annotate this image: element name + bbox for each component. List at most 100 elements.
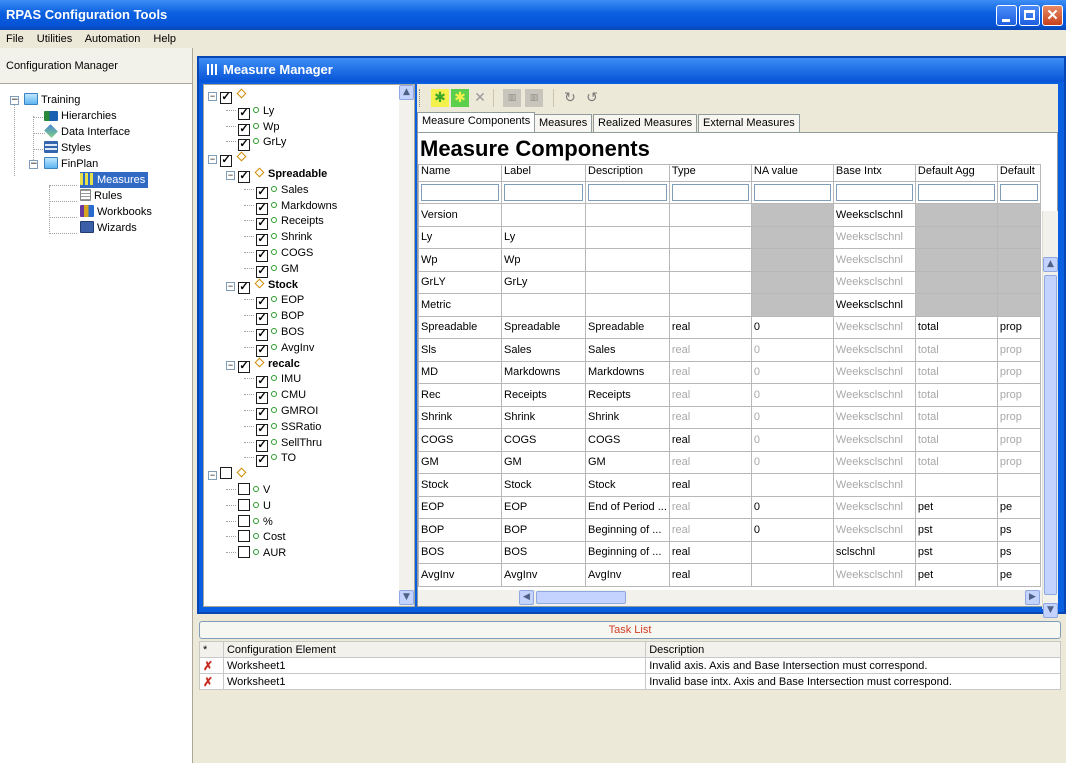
table-cell[interactable]	[750, 540, 834, 564]
grid-scroll-thumb[interactable]	[1044, 275, 1057, 595]
tree-scrollbar[interactable]: ▲ ▼	[399, 85, 414, 606]
table-cell[interactable]: 0	[750, 315, 834, 339]
sidebar-item-finplan[interactable]: FinPlan	[44, 156, 98, 172]
table-cell[interactable]: prop	[996, 450, 1041, 474]
table-cell[interactable]: Spreadable	[585, 315, 670, 339]
table-cell[interactable]: Rec	[418, 383, 502, 407]
table-cell[interactable]: Weeksclschnl	[832, 203, 916, 227]
table-cell[interactable]: Weeksclschnl	[832, 360, 916, 384]
tree-root-node[interactable]: − ✓	[208, 87, 250, 104]
column-filter-input[interactable]	[504, 184, 583, 201]
table-cell[interactable]: pe	[996, 563, 1041, 587]
table-cell[interactable]: 0	[750, 360, 834, 384]
table-cell[interactable]: real	[668, 540, 752, 564]
table-cell[interactable]: 0	[750, 450, 834, 474]
table-cell[interactable]: Weeksclschnl	[832, 248, 916, 272]
table-cell[interactable]: Weeksclschnl	[832, 270, 916, 294]
menu-help[interactable]: Help	[153, 33, 176, 45]
table-cell[interactable]	[585, 203, 670, 227]
checkbox[interactable]: ✓	[256, 455, 268, 468]
scroll-up-icon[interactable]: ▲	[399, 85, 414, 100]
tab-realized-measures[interactable]: Realized Measures	[593, 114, 698, 132]
table-cell[interactable]: Markdowns	[585, 360, 670, 384]
tree-measure-node[interactable]: ✓ COGS	[244, 245, 313, 262]
table-cell[interactable]: Stock	[585, 473, 670, 497]
table-row[interactable]: Version Weeksclschnl	[418, 203, 1041, 227]
table-cell[interactable]	[914, 248, 998, 272]
tree-measure-node[interactable]: %	[226, 514, 273, 530]
table-cell[interactable]: total	[914, 428, 998, 452]
task-row[interactable]: ✗ Worksheet1 Invalid base intx. Axis and…	[199, 673, 1061, 690]
table-row[interactable]: MD Markdowns Markdowns real 0 Weeksclschnl tot…	[418, 360, 1041, 384]
tree-root-node[interactable]: −	[208, 466, 250, 482]
column-filter-input[interactable]	[835, 184, 913, 201]
tree-measure-node[interactable]: ✓ GM	[244, 261, 299, 278]
table-cell[interactable]: real	[668, 518, 752, 542]
table-row[interactable]: BOS BOS Beginning of ... real sclschnl pst ps	[418, 540, 1041, 564]
tree-measure-node[interactable]: ✓ Ly	[226, 103, 274, 120]
table-cell[interactable]: GM	[418, 450, 502, 474]
table-cell[interactable]: Shrink	[501, 405, 586, 429]
column-filter-input[interactable]	[588, 184, 667, 201]
table-cell[interactable]: GrLY	[418, 270, 502, 294]
sidebar-item-data-interface[interactable]: Data Interface	[44, 124, 130, 140]
checkbox[interactable]	[238, 483, 250, 495]
scroll-up-icon[interactable]: ▲	[1043, 257, 1058, 272]
table-cell[interactable]: BOP	[418, 518, 502, 542]
table-cell[interactable]	[585, 270, 670, 294]
undo-icon[interactable]: ↻	[561, 89, 579, 107]
column-filter-input[interactable]	[421, 184, 499, 201]
sidebar-item-styles[interactable]: Styles	[44, 140, 91, 156]
table-cell[interactable]	[750, 270, 834, 294]
column-header[interactable]: Base Intx	[832, 164, 916, 182]
table-cell[interactable]: Ly	[418, 225, 502, 249]
table-cell[interactable]: Weeksclschnl	[832, 225, 916, 249]
table-cell[interactable]	[501, 203, 586, 227]
tree-expander-icon[interactable]: −	[226, 281, 235, 291]
table-cell[interactable]: BOS	[501, 540, 586, 564]
table-cell[interactable]: real	[668, 563, 752, 587]
finplan-expander[interactable]: −	[29, 160, 38, 169]
table-cell[interactable]: prop	[996, 405, 1041, 429]
table-cell[interactable]: Beginning of ...	[585, 540, 670, 564]
table-row[interactable]: BOP BOP Beginning of ... real 0 Weeksclschnl p…	[418, 518, 1041, 542]
tree-measure-node[interactable]: V	[226, 482, 270, 498]
table-cell[interactable]: GrLy	[501, 270, 586, 294]
sidebar-item-hierarchies[interactable]: Hierarchies	[44, 108, 117, 124]
table-cell[interactable]: Spreadable	[501, 315, 586, 339]
table-cell[interactable]: 0	[750, 383, 834, 407]
minimize-button[interactable]	[996, 5, 1017, 26]
table-cell[interactable]	[668, 270, 752, 294]
table-cell[interactable]: prop	[996, 360, 1041, 384]
table-cell[interactable]: Version	[418, 203, 502, 227]
column-header[interactable]: Default	[996, 164, 1041, 182]
table-cell[interactable]: prop	[996, 338, 1041, 362]
checkbox[interactable]	[238, 530, 250, 543]
table-cell[interactable]: GM	[585, 450, 670, 474]
table-cell[interactable]: real	[668, 338, 752, 362]
tree-measure-node[interactable]: ✓ GrLy	[226, 134, 286, 152]
sidebar-item-wizards[interactable]: Wizards	[80, 220, 137, 236]
column-header[interactable]: Name	[418, 164, 502, 182]
tree-measure-node[interactable]: ✓ Wp	[226, 119, 280, 136]
column-header[interactable]: Label	[501, 164, 586, 182]
table-cell[interactable]: COGS	[585, 428, 670, 452]
tree-measure-node[interactable]: ✓ AvgInv	[244, 340, 314, 357]
table-row[interactable]: Wp Wp Weeksclschnl	[418, 248, 1041, 272]
table-cell[interactable]: 0	[750, 518, 834, 542]
table-cell[interactable]: AvgInv	[418, 563, 502, 587]
table-cell[interactable]: real	[668, 383, 752, 407]
table-cell[interactable]: pst	[914, 540, 998, 564]
table-cell[interactable]	[668, 203, 752, 227]
scroll-left-icon[interactable]: ◀	[519, 590, 534, 605]
table-row[interactable]: Spreadable Spreadable Spreadable real 0 Weeks…	[418, 315, 1041, 339]
close-button[interactable]: ✕	[1042, 5, 1063, 26]
table-cell[interactable]: prop	[996, 383, 1041, 407]
tree-measure-node[interactable]: ✓ SellThru	[244, 435, 322, 452]
table-cell[interactable]	[750, 563, 834, 587]
tree-measure-node[interactable]: ✓ Shrink	[244, 229, 312, 247]
table-row[interactable]: Sls Sales Sales real 0 Weeksclschnl total prop	[418, 338, 1041, 362]
column-filter-input[interactable]	[671, 184, 749, 201]
redo-icon[interactable]: ↺	[583, 89, 601, 107]
table-cell[interactable]: Shrink	[418, 405, 502, 429]
